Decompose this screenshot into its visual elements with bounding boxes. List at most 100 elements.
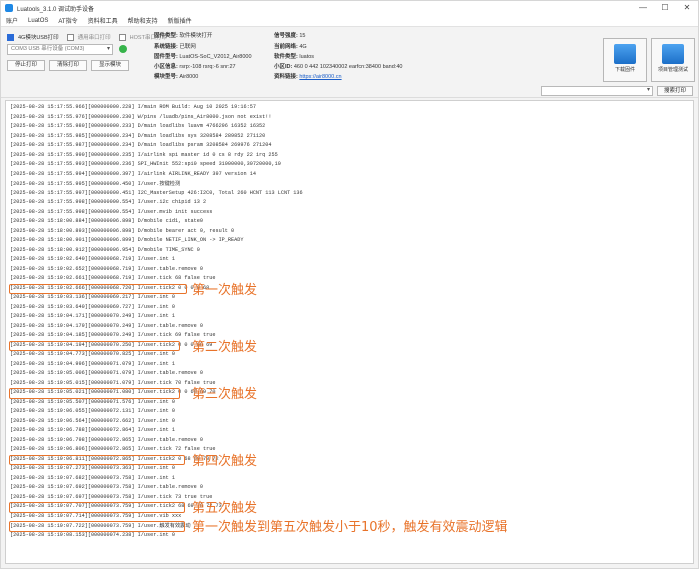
log-line: [2025-08-28 15:17:55.987][000000000.234]… bbox=[10, 142, 272, 148]
log-line: [2025-08-28 15:18:00.901][000000006.899]… bbox=[10, 237, 244, 243]
log-line: [2025-08-28 15:19:06.798][000000072.865]… bbox=[10, 436, 204, 443]
log-line: [2025-08-28 15:19:04.996][000000071.079]… bbox=[10, 360, 175, 367]
log-line: [2025-08-28 15:19:06.806][000000072.865]… bbox=[10, 446, 216, 452]
log-line: [2025-08-28 15:19:05.015][000000071.079]… bbox=[10, 379, 216, 386]
log-line: [2025-08-28 15:18:00.884][000000006.898]… bbox=[10, 218, 204, 224]
log-line: [2025-08-28 15:19:04.171][000000070.249]… bbox=[10, 313, 175, 319]
log-line: [2025-08-28 15:19:02.661][000000068.719]… bbox=[10, 275, 216, 281]
info-software-type: 软件类型: luatos bbox=[274, 54, 315, 60]
annotation-t1: 第一次触发 bbox=[192, 282, 258, 298]
info-cell-signal: 小区信息: rsrp:-108 rsrq:-6 snr:27 bbox=[154, 64, 236, 70]
log-line: [2025-08-28 15:19:07.682][000000073.758]… bbox=[10, 474, 175, 481]
log-line: [2025-08-28 15:17:55.980][000000000.233]… bbox=[10, 123, 266, 129]
host-print-checkbox[interactable] bbox=[118, 33, 126, 41]
log-line: [2025-08-28 15:17:55.990][000000000.235]… bbox=[10, 151, 278, 158]
log-line: [2025-08-28 15:19:04.773][000000070.825]… bbox=[10, 351, 175, 357]
title-bar: Luatools_3.1.0 调试助手设备 — ☐ ✕ bbox=[1, 1, 698, 15]
annotation-t3: 第三次触发 bbox=[192, 387, 258, 402]
menu-account[interactable]: 账户 bbox=[1, 16, 23, 25]
info-signal-strength: 信号强度: 15 bbox=[274, 33, 306, 39]
clear-print-button[interactable]: 清除打印 bbox=[49, 60, 87, 71]
log-line: [2025-08-28 15:17:55.997][000000000.451]… bbox=[10, 189, 303, 196]
log-line: [2025-08-28 15:17:55.998][000000000.554]… bbox=[10, 199, 207, 205]
info-cell-id: 小区ID: 460 0 442 102340002 earfcn:38400 b… bbox=[274, 64, 403, 70]
log-line: [2025-08-28 15:17:55.994][000000000.397]… bbox=[10, 170, 256, 177]
log-line: [2025-08-28 15:19:05.006][000000071.079]… bbox=[10, 370, 204, 376]
log-filter-select[interactable]: ▾ bbox=[541, 86, 653, 96]
highlight-box bbox=[9, 340, 180, 351]
monitor-icon bbox=[662, 44, 684, 64]
info-current-network: 当前网络: 4G bbox=[274, 44, 307, 50]
highlight-box bbox=[9, 454, 185, 465]
highlight-box bbox=[9, 502, 185, 513]
uart-print-label: 通用串口打印 bbox=[77, 35, 111, 41]
log-line: [2025-08-28 15:17:55.985][000000000.234]… bbox=[10, 132, 266, 139]
log-line: [2025-08-28 15:19:03.640][000000069.727]… bbox=[10, 303, 175, 310]
info-firmware-type: 固件类型: 软件模块打开 bbox=[154, 33, 213, 39]
annotation-summary: 第一次触发到第五次触发小于10秒，触发有效震动逻辑 bbox=[192, 520, 508, 535]
info-system-link: 系统链接: 已联网 bbox=[154, 44, 196, 50]
log-line: [2025-08-28 15:17:55.998][000000000.554]… bbox=[10, 208, 213, 215]
download-firmware-button[interactable]: 下载固件 bbox=[603, 38, 647, 82]
close-button[interactable]: ✕ bbox=[676, 1, 698, 15]
usb-print-checkbox[interactable] bbox=[7, 33, 14, 41]
chevron-down-icon: ▾ bbox=[646, 87, 650, 93]
log-line: [2025-08-28 15:19:07.697][000000073.758]… bbox=[10, 493, 213, 500]
log-line: [2025-08-28 15:19:03.136][000000069.217]… bbox=[10, 294, 175, 300]
annotation-t2: 第二次触发 bbox=[192, 339, 258, 355]
log-line: [2025-08-28 15:19:07.273][000000073.363]… bbox=[10, 465, 175, 471]
project-management-button[interactable]: 项目管理测试 bbox=[651, 38, 695, 82]
log-line: [2025-08-28 15:19:02.652][000000068.719]… bbox=[10, 265, 204, 272]
log-line: [2025-08-28 15:18:00.912][000000006.954]… bbox=[10, 246, 200, 253]
stop-print-button[interactable]: 停止打印 bbox=[7, 60, 45, 71]
log-output[interactable]: [2025-08-28 15:17:55.966][000000000.228]… bbox=[5, 100, 694, 564]
menu-bar: 账户 LuatOS AT指令 资料和工具 帮助和支持 新版插件 bbox=[1, 15, 698, 27]
app-logo-icon bbox=[5, 4, 13, 12]
highlight-box bbox=[9, 388, 180, 399]
log-line: [2025-08-28 15:19:04.179][000000070.249]… bbox=[10, 322, 204, 329]
log-line: [2025-08-28 15:17:55.995][000000000.450]… bbox=[10, 181, 181, 187]
chevron-down-icon: ▾ bbox=[106, 46, 110, 52]
log-line: [2025-08-28 15:17:55.966][000000000.228]… bbox=[10, 104, 256, 110]
download-icon bbox=[614, 44, 636, 64]
log-line: [2025-08-28 15:18:00.893][000000006.898]… bbox=[10, 227, 235, 234]
menu-help[interactable]: 帮助和支持 bbox=[123, 16, 163, 25]
highlight-box bbox=[9, 521, 185, 532]
show-module-button[interactable]: 显示模块 bbox=[91, 60, 129, 71]
menu-resources[interactable]: 资料和工具 bbox=[83, 16, 123, 25]
info-module-model: 模块型号: Air8000 bbox=[154, 74, 199, 80]
port-select-value: COM3 USB 串行设备 (COM3) bbox=[11, 46, 85, 52]
maximize-button[interactable]: ☐ bbox=[654, 1, 676, 15]
usb-print-label: 4G模块USB打印 bbox=[18, 35, 59, 41]
log-line: [2025-08-28 15:19:05.507][000000071.576]… bbox=[10, 398, 175, 405]
menu-luatos[interactable]: LuatOS bbox=[23, 18, 53, 24]
print-source-options: 4G模块USB打印 通用串口打印 HOST串口打印 bbox=[7, 33, 171, 41]
log-line: [2025-08-28 15:19:07.714][000000073.759]… bbox=[10, 512, 182, 519]
info-doc-link: 资料链接: https://air8000.cn bbox=[274, 74, 342, 80]
menu-at-commands[interactable]: AT指令 bbox=[53, 16, 82, 25]
connection-status-icon bbox=[119, 45, 127, 53]
log-line: [2025-08-28 15:17:55.993][000000000.236]… bbox=[10, 161, 281, 167]
menu-plugins[interactable]: 新版插件 bbox=[163, 16, 197, 25]
uart-print-checkbox[interactable] bbox=[66, 33, 74, 41]
info-firmware-model: 固件型号: LuatOS-SoC_V2012_Air8000 bbox=[154, 54, 252, 60]
doc-link[interactable]: https://air8000.cn bbox=[299, 74, 341, 80]
log-line: [2025-08-28 15:19:04.185][000000070.249]… bbox=[10, 332, 216, 338]
log-line: [2025-08-28 15:17:55.976][000000000.230]… bbox=[10, 113, 272, 120]
toolbar: 4G模块USB打印 通用串口打印 HOST串口打印 COM3 USB 串行设备 … bbox=[1, 28, 698, 98]
log-line: [2025-08-28 15:19:06.564][000000072.662]… bbox=[10, 417, 175, 424]
port-select[interactable]: COM3 USB 串行设备 (COM3) ▾ bbox=[7, 44, 113, 55]
log-line: [2025-08-28 15:19:06.788][000000072.864]… bbox=[10, 427, 175, 433]
window-title: Luatools_3.1.0 调试助手设备 bbox=[17, 6, 95, 13]
log-line: [2025-08-28 15:19:08.153][000000074.238]… bbox=[10, 531, 175, 538]
annotation-t4: 第四次触发 bbox=[192, 453, 258, 469]
annotation-t5: 第五次触发 bbox=[192, 501, 258, 516]
window-controls: — ☐ ✕ bbox=[632, 1, 698, 15]
app-window: Luatools_3.1.0 调试助手设备 — ☐ ✕ 账户 LuatOS AT… bbox=[0, 0, 699, 569]
search-print-button[interactable]: 搜索打印 bbox=[657, 86, 693, 96]
log-line: [2025-08-28 15:19:06.055][000000072.131]… bbox=[10, 408, 175, 414]
log-line: [2025-08-28 15:19:02.640][000000068.719]… bbox=[10, 256, 175, 262]
minimize-button[interactable]: — bbox=[632, 1, 654, 15]
highlight-box bbox=[9, 283, 187, 294]
log-line: [2025-08-28 15:19:07.692][000000073.758]… bbox=[10, 484, 204, 490]
